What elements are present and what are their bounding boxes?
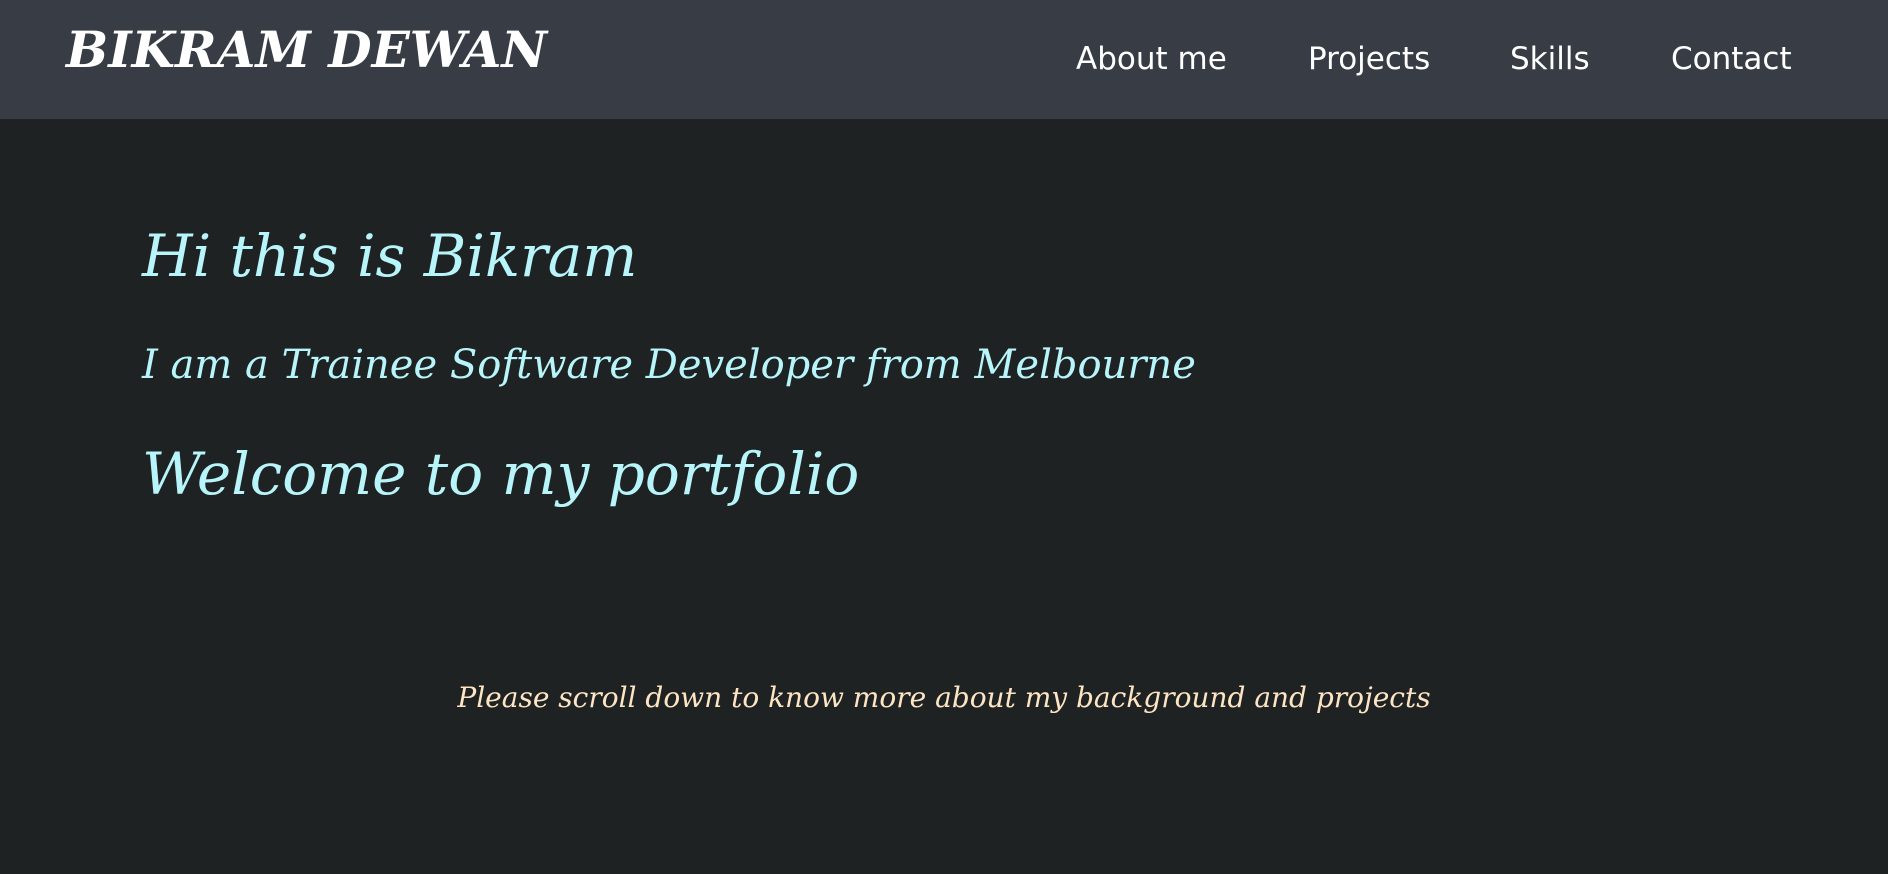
- nav-link-about[interactable]: About me: [1076, 37, 1227, 81]
- nav-link-contact[interactable]: Contact: [1671, 37, 1792, 81]
- navbar: BIKRAM DEWAN About me Projects Skills Co…: [0, 0, 1888, 119]
- brand-logo[interactable]: BIKRAM DEWAN: [66, 16, 547, 84]
- nav-link-projects[interactable]: Projects: [1308, 37, 1430, 81]
- hero-welcome: Welcome to my portfolio: [142, 440, 860, 508]
- nav-links: About me Projects Skills Contact: [1076, 37, 1856, 81]
- scroll-hint: Please scroll down to know more about my…: [457, 681, 1431, 714]
- hero-role: I am a Trainee Software Developer from M…: [142, 342, 1196, 388]
- hero-greeting: Hi this is Bikram: [142, 222, 638, 290]
- nav-link-skills[interactable]: Skills: [1510, 37, 1590, 81]
